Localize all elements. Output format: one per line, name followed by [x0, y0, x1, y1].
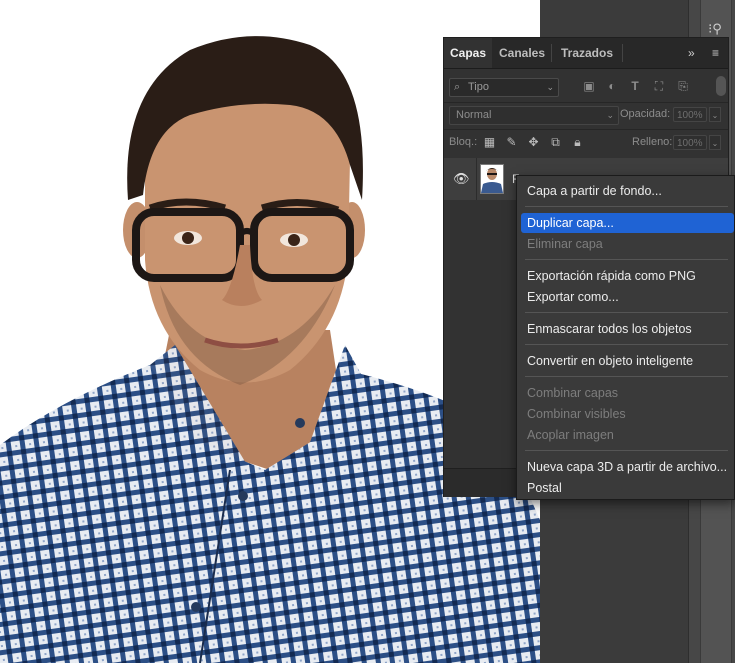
search-icon: ⌕	[454, 81, 461, 93]
lock-label: Bloq.:	[449, 136, 478, 148]
fill-label: Relleno:	[632, 136, 673, 148]
eye-icon[interactable]: 👁︎	[453, 171, 470, 187]
menu-item-combinar-capas: Combinar capas	[527, 386, 619, 400]
divider	[444, 102, 728, 103]
tab-trazados[interactable]: Trazados	[552, 38, 622, 68]
tab-capas[interactable]: Capas	[444, 38, 492, 68]
tab-canales[interactable]: Canales	[493, 38, 551, 68]
layer-context-menu: Capa a partir de fondo... Duplicar capa.…	[516, 175, 735, 500]
smart-object-filter-icon[interactable]: ⎘	[675, 78, 691, 95]
menu-item-enmascarar-objetos[interactable]: Enmascarar todos los objetos	[521, 319, 734, 339]
menu-item-exportacion-rapida-png[interactable]: Exportación rápida como PNG	[521, 266, 734, 286]
opacity-chevron-icon[interactable]: ⌄	[709, 107, 721, 122]
menu-item-postal[interactable]: Postal	[521, 478, 734, 498]
lock-transparent-icon[interactable]: ▦	[482, 135, 497, 150]
blend-mode-select[interactable]: Normal ⌄	[449, 106, 619, 125]
divider	[444, 129, 728, 130]
adjustment-filter-icon[interactable]: ◐	[604, 78, 620, 95]
layer-filter-select[interactable]: ⌕ Tipo ⌄	[449, 78, 559, 97]
blend-mode-value: Normal	[456, 109, 492, 121]
opacity-input[interactable]: 100%	[673, 107, 707, 122]
fill-chevron-icon[interactable]: ⌄	[709, 135, 721, 150]
artboard-icon[interactable]: ⧉	[548, 135, 563, 150]
chevron-down-icon: ⌄	[606, 110, 614, 120]
collapse-icon[interactable]: »	[688, 38, 695, 68]
menu-item-capa-a-partir-de-fondo[interactable]: Capa a partir de fondo...	[521, 181, 734, 201]
menu-item-nueva-capa-3d[interactable]: Nueva capa 3D a partir de archivo...	[521, 457, 734, 477]
filter-toggle[interactable]	[716, 76, 726, 96]
shape-filter-icon[interactable]: ⛶	[651, 78, 667, 95]
move-icon[interactable]: ✥	[526, 135, 541, 150]
opacity-label: Opacidad:	[620, 108, 671, 120]
type-filter-icon[interactable]: T	[627, 78, 643, 95]
menu-separator	[525, 376, 728, 377]
image-filter-icon[interactable]: ▣	[581, 78, 597, 95]
menu-separator	[525, 450, 728, 451]
panel-tabs: Capas Canales Trazados » ≡	[444, 38, 728, 69]
menu-item-exportar-como[interactable]: Exportar como...	[521, 287, 734, 307]
fill-input[interactable]: 100%	[673, 135, 707, 150]
layer-thumbnail	[480, 164, 504, 194]
menu-separator	[525, 259, 728, 260]
tab-separator	[622, 44, 623, 62]
filter-label: Tipo	[468, 81, 489, 93]
brush-icon[interactable]: ✎	[504, 135, 519, 150]
menu-item-combinar-visibles: Combinar visibles	[527, 407, 626, 421]
divider	[476, 158, 477, 200]
menu-separator	[525, 344, 728, 345]
menu-item-convertir-objeto-inteligente[interactable]: Convertir en objeto inteligente	[521, 351, 734, 371]
menu-separator	[525, 312, 728, 313]
panel-menu-icon[interactable]: ≡	[712, 38, 719, 68]
menu-item-eliminar-capa: Eliminar capa	[527, 237, 603, 251]
chevron-down-icon: ⌄	[546, 82, 554, 92]
menu-item-acoplar-imagen: Acoplar imagen	[527, 428, 614, 442]
lock-icon[interactable]: 🔒︎	[570, 135, 585, 150]
menu-item-duplicar-capa[interactable]: Duplicar capa...	[521, 213, 734, 233]
menu-separator	[525, 206, 728, 207]
